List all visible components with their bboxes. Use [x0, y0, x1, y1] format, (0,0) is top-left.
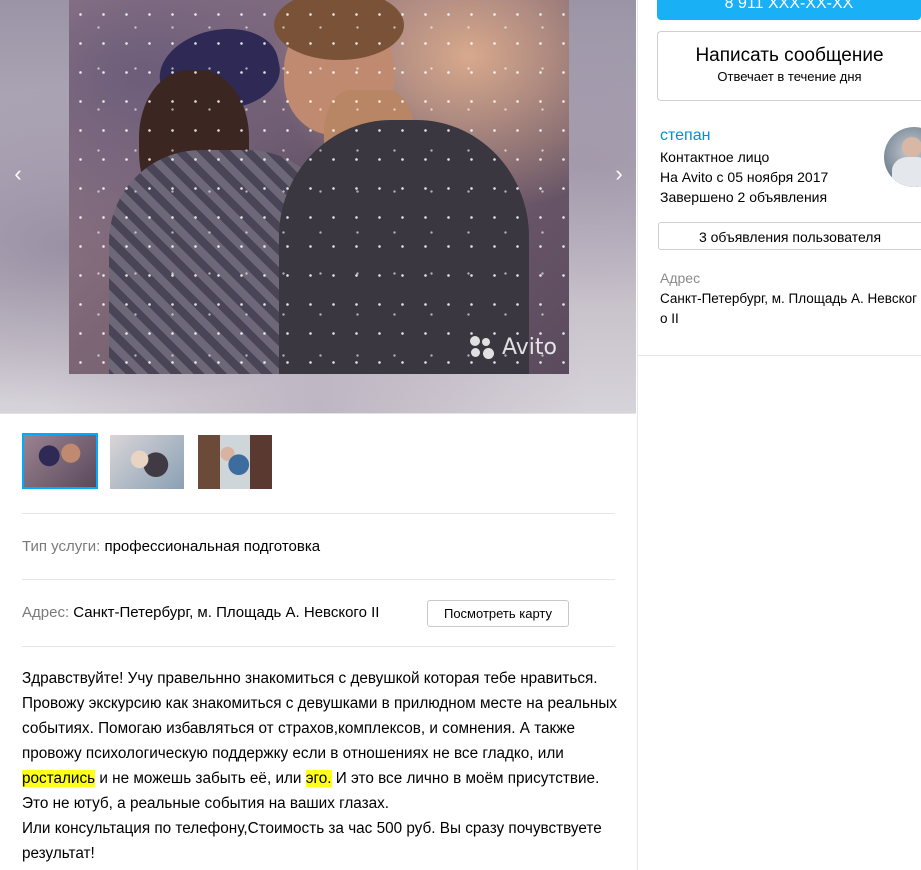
param-service-type: Тип услуги: профессиональная подготовка	[22, 538, 320, 555]
section-divider	[22, 513, 615, 514]
thumbnail-3[interactable]	[196, 433, 274, 491]
seller-name-link[interactable]: степан	[660, 127, 710, 145]
thumbnail-2[interactable]	[108, 433, 186, 491]
param-address: Адрес: Санкт-Петербург, м. Площадь А. Не…	[22, 604, 379, 621]
thumbnail-strip	[22, 433, 274, 491]
description-text: и не можешь забыть её, или	[95, 770, 306, 787]
seller-avatar[interactable]	[884, 127, 921, 187]
description-paragraph-1: Здравствуйте! Учу правельнно знакомиться…	[22, 666, 622, 816]
write-message-label: Написать сообщение	[695, 45, 884, 66]
photo-snow	[69, 0, 569, 374]
thumbnail-1[interactable]	[22, 433, 98, 489]
write-message-button[interactable]: Написать сообщение Отвечает в течение дн…	[657, 31, 921, 101]
param-address-label: Адрес:	[22, 604, 70, 621]
seller-since: На Avito с 05 ноября 2017	[660, 169, 829, 185]
description-paragraph-2: Или консультация по телефону,Стоимость з…	[22, 820, 602, 862]
chevron-left-icon[interactable]: ‹	[8, 163, 28, 185]
avatar-face	[902, 137, 921, 157]
seller-role: Контактное лицо	[660, 149, 770, 165]
description-text: Здравствуйте! Учу правельнно знакомиться…	[22, 670, 618, 762]
avito-watermark: Avito	[470, 335, 557, 360]
chevron-right-icon[interactable]: ›	[609, 163, 629, 185]
section-divider	[22, 579, 615, 580]
seller-address: Санкт-Петербург, м. Площадь А. Невского …	[660, 291, 918, 326]
seller-completed-ads: Завершено 2 объявления	[660, 189, 828, 205]
param-service-value: профессиональная подготовка	[104, 538, 321, 555]
item-description: Здравствуйте! Учу правельнно знакомиться…	[22, 666, 622, 866]
avatar-body	[892, 157, 921, 187]
highlighted-word: эго.	[305, 770, 332, 787]
user-ads-button[interactable]: 3 объявления пользователя	[658, 222, 921, 250]
show-phone-button[interactable]: 8 911 XXX-XX-XX	[657, 0, 921, 20]
image-gallery: Avito ‹ ›	[0, 0, 636, 414]
main-photo[interactable]: Avito	[69, 0, 569, 374]
sidebar-divider	[637, 355, 921, 356]
seller-address-label: Адрес	[660, 270, 701, 286]
avito-logo-icon	[470, 335, 496, 360]
avito-watermark-text: Avito	[502, 335, 557, 360]
param-address-value: Санкт-Петербург, м. Площадь А. Невского …	[73, 604, 380, 621]
item-view-left-column: Avito ‹ › Тип услуги: профессиональная п…	[0, 0, 638, 870]
response-time-label: Отвечает в течение дня	[717, 69, 862, 84]
param-service-label: Тип услуги:	[22, 538, 101, 555]
highlighted-word: рocтались	[22, 770, 96, 787]
show-map-button[interactable]: Посмотреть карту	[427, 600, 569, 627]
section-divider	[22, 646, 615, 647]
